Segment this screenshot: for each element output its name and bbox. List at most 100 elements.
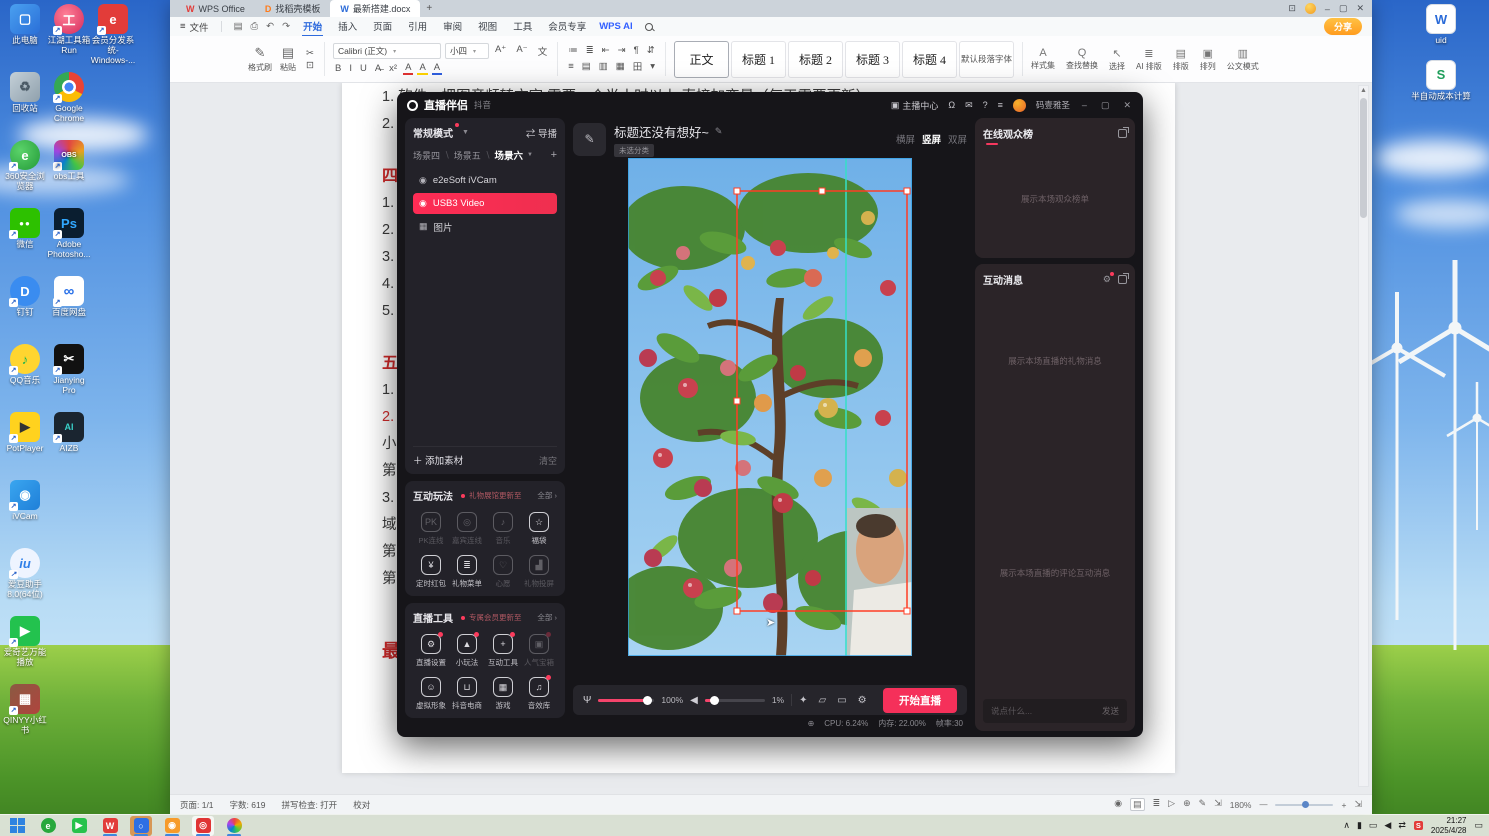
paragraph-style[interactable]: 标题 4 [902, 40, 957, 78]
scrollbar-thumb[interactable] [1360, 98, 1367, 218]
desktop-icon[interactable]: ♻ 回收站 [2, 72, 48, 140]
send-button[interactable]: 发送 [1102, 705, 1119, 717]
source-item[interactable]: ◉ e2eSoft iVCam [413, 170, 557, 191]
desktop-icon[interactable]: W uid [1409, 4, 1473, 46]
view-mode-icon[interactable]: ◉ [1114, 798, 1122, 811]
interact-feature-button[interactable]: ☆ 福袋 [521, 512, 557, 546]
view-mode-icon[interactable]: ⇲ [1214, 798, 1222, 811]
gear-icon[interactable]: ⚙ [1103, 272, 1115, 285]
minimize-button[interactable]: – [1325, 4, 1330, 14]
message-input[interactable]: 说点什么... 发送 [983, 699, 1127, 723]
paragraph-tool-icon[interactable]: ▤ [580, 61, 593, 72]
ribbon-tool-button[interactable]: Q 查找替换 [1066, 47, 1098, 72]
taskbar-app-button[interactable]: e [37, 816, 59, 836]
mic-volume-slider[interactable] [598, 695, 655, 705]
paragraph-style[interactable]: 标题 2 [788, 40, 843, 78]
paragraph-tool-icon[interactable]: ⇵ [645, 45, 657, 56]
font-format-icon[interactable]: I [347, 63, 354, 74]
stream-tool-icon[interactable]: ▱ [819, 695, 827, 706]
view-mode-icon[interactable]: ⊕ [1183, 798, 1191, 811]
interact-feature-button[interactable]: ▟ 礼物投屏 [521, 555, 557, 589]
font-size-tool-icon[interactable]: A⁻ [514, 44, 529, 58]
paragraph-tool-icon[interactable]: ≔ [566, 45, 580, 56]
format-painter-button[interactable]: ✎ 格式刷 [248, 45, 272, 73]
paragraph-tool-icon[interactable]: ≡ [566, 61, 576, 72]
paste-button[interactable]: ▤ 粘贴 [280, 45, 296, 73]
ribbon-tool-button[interactable]: ≣ AI 排版 [1136, 47, 1162, 72]
font-size-tool-icon[interactable]: A⁺ [493, 44, 508, 58]
sogou-input-icon[interactable]: S [1413, 821, 1423, 830]
clock[interactable]: 21:27 2025/4/28 [1431, 816, 1467, 835]
stream-tool-icon[interactable]: ✦ [799, 695, 807, 706]
interact-feature-button[interactable]: ¥ 定时红包 [413, 555, 449, 589]
document-tab[interactable]: D 找稻壳模板 [255, 0, 331, 17]
close-button[interactable]: ✕ [1356, 3, 1364, 14]
view-mode-icon[interactable]: ▷ [1168, 798, 1175, 811]
search-icon[interactable] [644, 22, 653, 31]
layout-option[interactable]: 竖屏 [922, 132, 941, 146]
desktop-icon[interactable]: S 半自动成本计算 [1409, 59, 1473, 102]
paragraph-style[interactable]: 标题 1 [731, 40, 786, 78]
menu-icon[interactable]: ≡ [998, 100, 1003, 110]
tray-icon[interactable]: ⇄ [1398, 820, 1406, 831]
interact-feature-button[interactable]: ≣ 礼物菜单 [449, 555, 485, 589]
ribbon-tool-button[interactable]: ▤ 排版 [1173, 47, 1189, 72]
zoom-level[interactable]: 180% [1230, 800, 1252, 810]
paragraph-tool-icon[interactable]: 田 [631, 59, 645, 73]
ribbon-tool-button[interactable]: ▣ 排列 [1200, 47, 1216, 72]
desktop-icon[interactable]: Google Chrome [46, 72, 92, 140]
category-tag[interactable]: 未选分类 [614, 143, 654, 157]
desktop-icon[interactable]: Ps Adobe Photosho... [46, 208, 92, 276]
desktop-icon[interactable]: ▶ PotPlayer [2, 412, 48, 480]
document-tab[interactable]: W 最新搭建.docx [330, 0, 421, 17]
ribbon-tab[interactable]: 页面 [372, 17, 393, 37]
tool-feature-button[interactable]: ☺ 虚拟形象 [413, 677, 449, 711]
cut-icon[interactable]: ✂ [304, 48, 316, 59]
notification-center-icon[interactable]: ▭ [1474, 820, 1483, 831]
paragraph-tool-icon[interactable]: ⇤ [600, 45, 612, 56]
font-size-select[interactable]: 小四 ▾ [444, 43, 489, 59]
ribbon-tool-button[interactable]: ↖ 选择 [1109, 47, 1125, 72]
paragraph-tool-icon[interactable]: ¶ [632, 45, 641, 56]
microphone-icon[interactable]: Ψ [583, 695, 591, 706]
paragraph-tool-icon[interactable]: ≣ [584, 45, 596, 56]
popout-icon[interactable] [1118, 127, 1129, 138]
ribbon-tab[interactable]: 插入 [337, 17, 358, 37]
desktop-icon[interactable]: e 会员分发系统-Windows-... [90, 4, 136, 72]
font-format-icon[interactable]: x² [387, 63, 399, 74]
desktop-icon[interactable]: AI AIZB [46, 412, 92, 480]
tool-feature-button[interactable]: ⊔ 抖音电商 [449, 677, 485, 711]
desktop-icon[interactable]: ▢ 此电脑 [2, 4, 48, 72]
quick-tool-icon[interactable]: ↶ [266, 21, 274, 32]
speaker-volume-slider[interactable] [704, 695, 765, 705]
scene-tab[interactable]: 场景五 [454, 149, 481, 162]
desktop-icon[interactable]: ♪ QQ音乐 [2, 344, 48, 412]
user-avatar[interactable] [1012, 98, 1026, 112]
paragraph-style[interactable]: 默认段落字体 [959, 40, 1014, 78]
start-streaming-button[interactable]: 开始直播 [883, 687, 957, 713]
vertical-scrollbar[interactable]: ▲ [1358, 85, 1369, 787]
proofread[interactable]: 校对 [353, 799, 370, 811]
taskbar-app-button[interactable]: W [99, 816, 121, 836]
scene-tab-active[interactable]: 场景六 [495, 148, 524, 162]
view-mode-icon[interactable]: ≣ [1153, 798, 1161, 811]
maximize-button[interactable]: ▢ [1099, 100, 1112, 111]
start-button[interactable] [6, 816, 28, 836]
desktop-icon[interactable]: ∞ 百度网盘 [46, 276, 92, 344]
add-scene-button[interactable]: + [551, 149, 557, 161]
see-all-link[interactable]: 全部 › [537, 612, 557, 623]
paragraph-style[interactable]: 正文 [674, 40, 729, 78]
tool-feature-button[interactable]: ▣ 人气宝箱 [521, 632, 557, 668]
font-format-icon[interactable]: A [403, 62, 414, 75]
layout-option[interactable]: 横屏 [896, 132, 915, 146]
help-icon[interactable]: ? [983, 100, 988, 110]
font-size-tool-icon[interactable]: 文 [536, 44, 550, 58]
edit-title-tile[interactable]: ✎ [573, 122, 606, 156]
desktop-icon[interactable]: ✂ Jianying Pro [46, 344, 92, 412]
taskbar-app-button[interactable]: ▶ [68, 816, 90, 836]
document-tab[interactable]: W WPS Office [176, 0, 255, 17]
desktop-icon[interactable]: iu 爱豆助手 8.0(64位) [2, 548, 48, 616]
desktop-icon[interactable]: 微信 [2, 208, 48, 276]
mode-selector[interactable]: 常规模式 [413, 123, 459, 140]
file-menu[interactable]: ≡ 文件 [180, 20, 209, 34]
